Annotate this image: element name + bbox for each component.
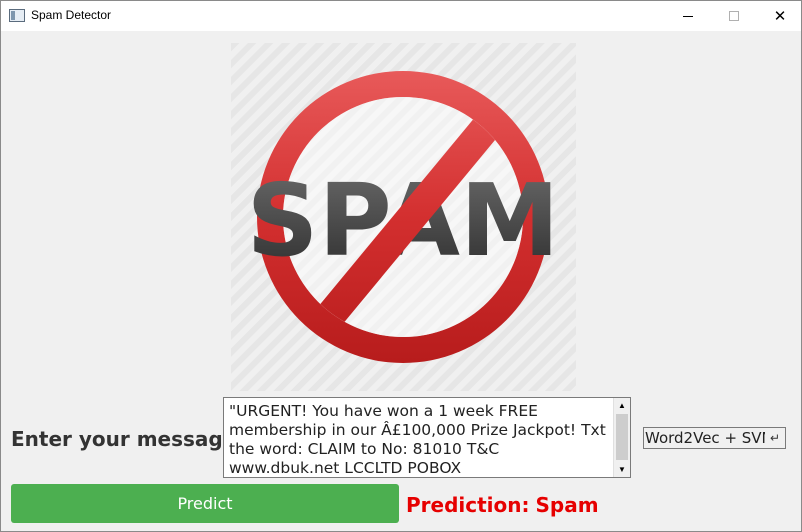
close-icon: ✕ [773, 8, 787, 25]
predict-button[interactable]: Predict [11, 484, 399, 523]
message-input[interactable]: "URGENT! You have won a 1 week FREE memb… [223, 397, 631, 478]
chevron-down-icon[interactable]: ↵ [765, 428, 785, 448]
model-selected-value: Word2Vec + SVM [645, 429, 775, 447]
model-select[interactable]: Word2Vec + SVM ↵ [643, 427, 786, 449]
prediction-result: Prediction: Spam [406, 493, 599, 517]
scroll-up-icon[interactable]: ▲ [614, 398, 630, 413]
title-bar: Spam Detector ✕ [1, 1, 801, 31]
message-text[interactable]: "URGENT! You have won a 1 week FREE memb… [229, 402, 614, 477]
window-title: Spam Detector [31, 8, 112, 22]
minimize-icon [683, 15, 693, 17]
minimize-button[interactable] [665, 1, 711, 31]
message-label: Enter your message: [11, 427, 245, 451]
scroll-down-icon[interactable]: ▼ [614, 462, 630, 477]
prediction-value: Spam [535, 493, 599, 517]
app-icon [9, 9, 25, 22]
app-window: Spam Detector ✕ Enter your message: "URG… [0, 0, 802, 532]
scroll-thumb[interactable] [616, 414, 628, 460]
no-spam-sign-icon: SPAM [231, 43, 576, 391]
maximize-button[interactable] [711, 1, 757, 31]
close-button[interactable]: ✕ [757, 1, 802, 31]
prediction-label: Prediction: [406, 493, 530, 517]
message-scrollbar[interactable]: ▲ ▼ [613, 398, 630, 477]
maximize-icon [729, 11, 739, 21]
